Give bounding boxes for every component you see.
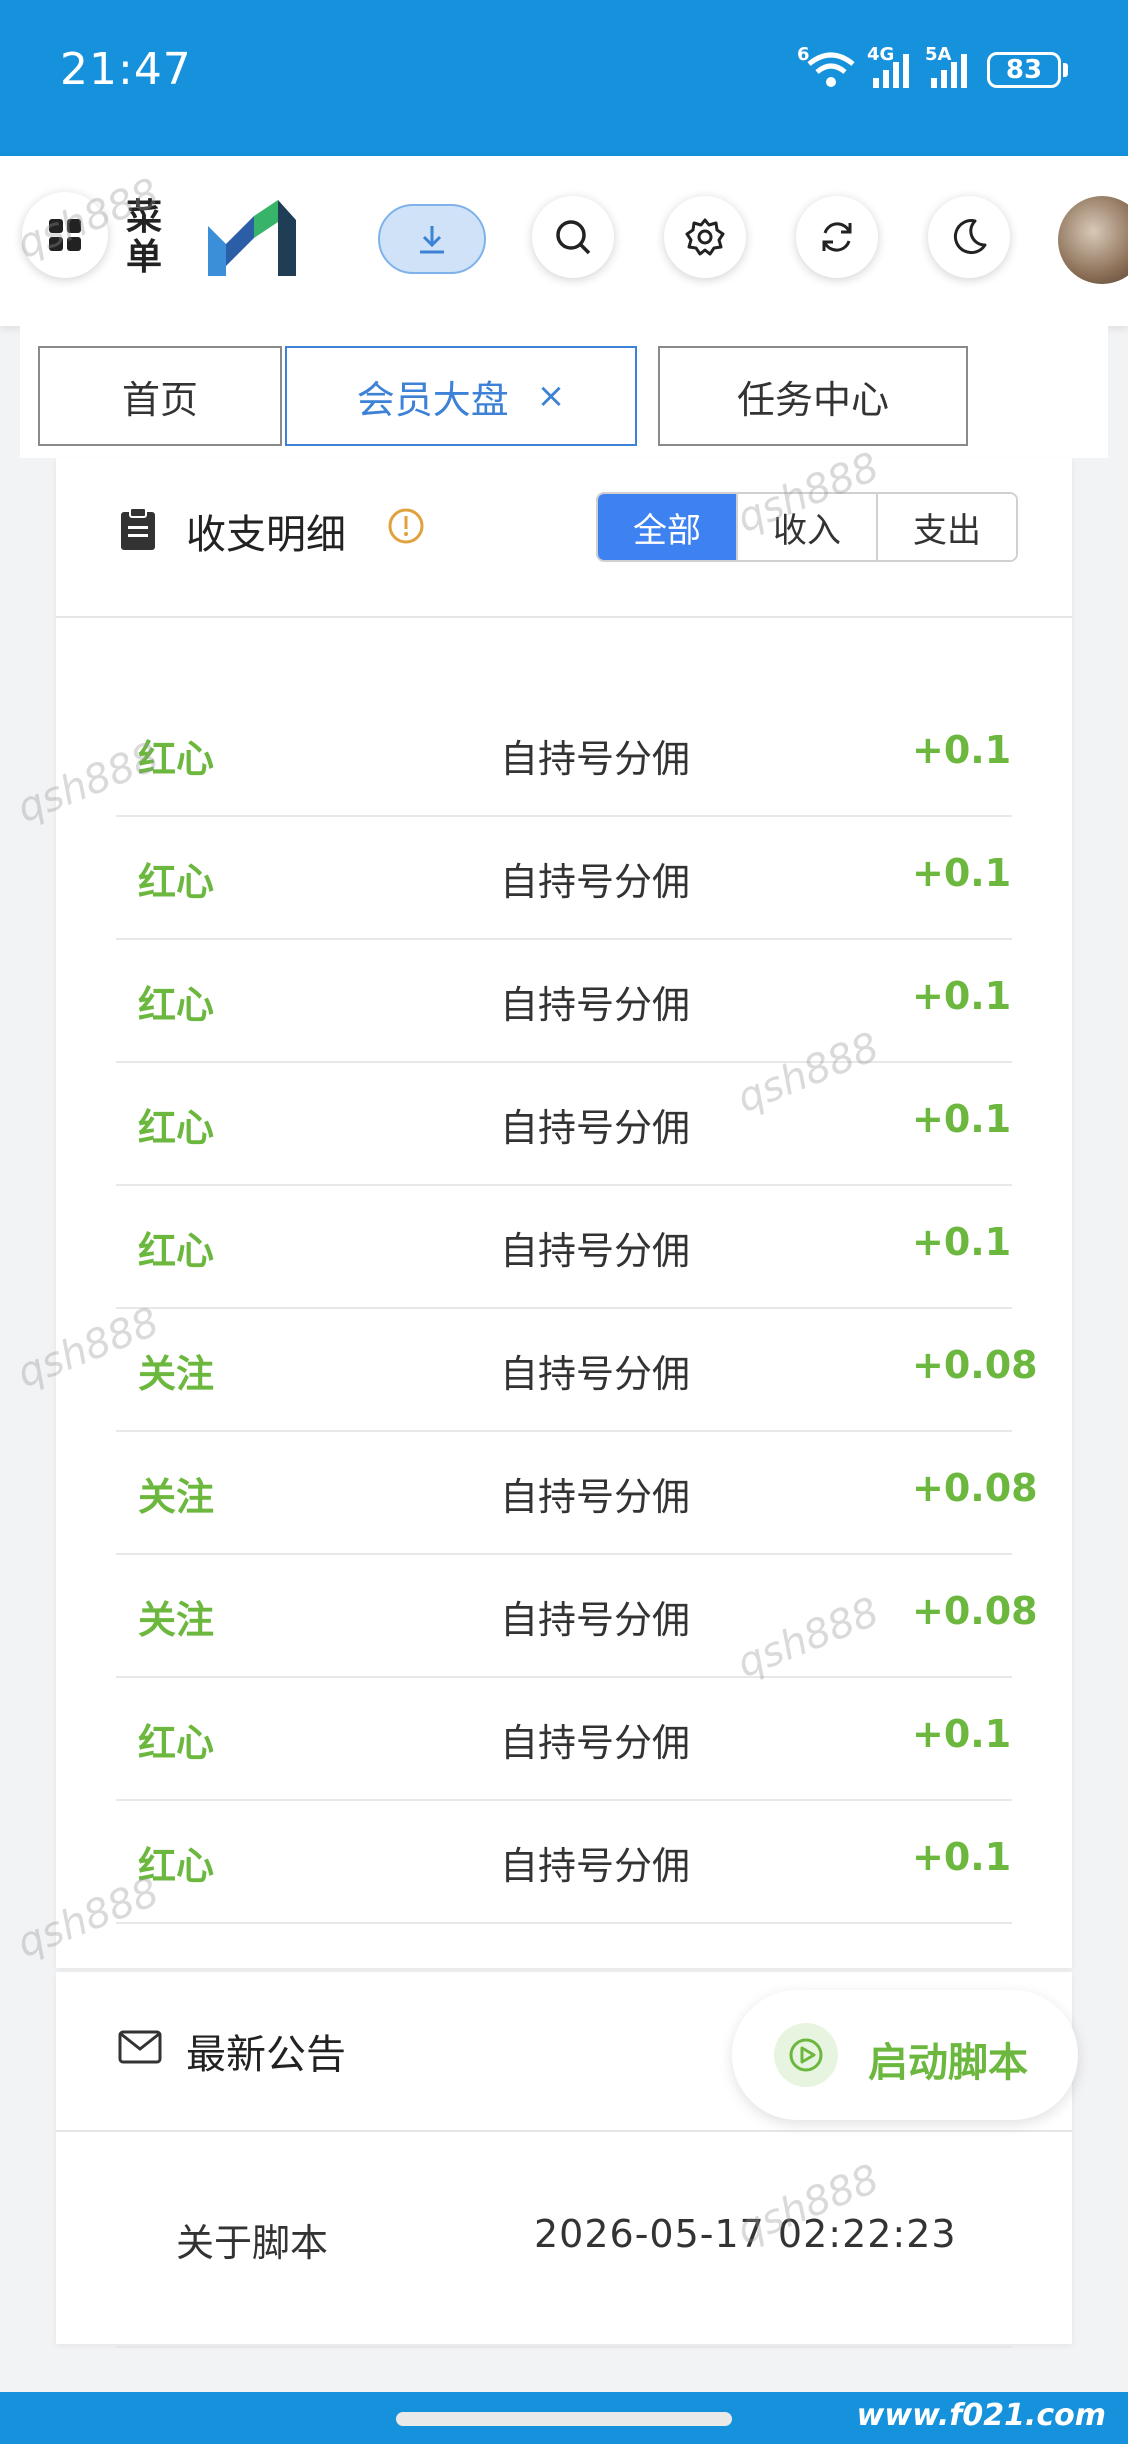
row-type: 红心 [138,1721,215,1765]
tab-bar: 首页 会员大盘 × 任务中心 [20,326,1108,458]
battery-nub [1063,63,1068,77]
moon-icon [953,219,987,255]
start-script-button[interactable]: 启动脚本 [732,1990,1078,2120]
notice-item-title: 关于脚本 [176,2221,329,2265]
list-item: 红心 自持号分佣 +0.1 [116,1801,1012,1924]
list-item: 红心 自持号分佣 +0.1 [116,1678,1012,1801]
row-amount: +0.08 [912,1466,1038,1510]
ledger-card: 收支明细 全部 收入 支出 红心 自持号分佣 +0.1 红心 自持号分佣 +0.1 红心… [56,458,1072,1968]
row-type: 红心 [138,860,215,904]
clipboard-icon [121,507,155,550]
filter-expense[interactable]: 支出 [876,494,1016,560]
refresh-icon [822,222,852,252]
notice-title: 最新公告 [186,2032,346,2078]
row-amount: +0.1 [912,1220,1012,1264]
row-amount: +0.08 [912,1343,1038,1387]
home-indicator[interactable] [396,2412,732,2426]
row-amount: +0.1 [912,1835,1012,1879]
filter-all[interactable]: 全部 [598,494,736,560]
avatar[interactable] [1058,196,1128,284]
mail-icon [118,2030,162,2064]
refresh-button[interactable] [796,196,878,278]
battery-icon: 83 [987,52,1061,88]
list-item: 红心 自持号分佣 +0.1 [116,940,1012,1063]
row-desc: 自持号分佣 [500,1106,691,1150]
app-logo [204,196,300,284]
row-amount: +0.1 [912,851,1012,895]
tab-label: 任务中心 [736,377,889,422]
ledger-list: 红心 自持号分佣 +0.1 红心 自持号分佣 +0.1 红心 自持号分佣 +0.1 红心 自持… [116,694,1038,1924]
row-desc: 自持号分佣 [500,1352,691,1396]
row-type: 红心 [138,983,215,1027]
info-icon[interactable] [386,506,426,546]
list-item: 红心 自持号分佣 +0.1 [116,1063,1012,1186]
status-icons: 6 4G 5A 83 [797,44,1068,90]
watermark-url: www.f021.com [856,2398,1106,2433]
dark-mode-button[interactable] [928,196,1010,278]
row-type: 关注 [138,1598,215,1642]
search-button[interactable] [532,196,614,278]
row-type: 红心 [138,1229,215,1273]
tab-task-center[interactable]: 任务中心 [658,346,968,446]
list-item: 红心 自持号分佣 +0.1 [116,1186,1012,1309]
list-item: 红心 自持号分佣 +0.1 [116,694,1012,817]
status-bar: 21:47 6 4G 5A 83 [0,0,1128,156]
download-button[interactable] [378,204,486,274]
network-label-1: 4G [867,44,895,65]
row-amount: +0.1 [912,974,1012,1018]
app-header: 菜单 [0,156,1128,326]
gear-icon [685,218,725,256]
row-desc: 自持号分佣 [500,983,691,1027]
row-type: 红心 [138,1106,215,1150]
settings-button[interactable] [664,196,746,278]
row-amount: +0.1 [912,1097,1012,1141]
wifi-icon: 6 [797,44,857,90]
tab-label: 会员大盘 [356,377,509,422]
start-script-label: 启动脚本 [868,2040,1028,2086]
list-item: 红心 自持号分佣 +0.1 [116,817,1012,940]
row-desc: 自持号分佣 [500,1229,691,1273]
tab-home[interactable]: 首页 [38,346,282,446]
signal-icon-1: 4G [867,44,915,90]
row-desc: 自持号分佣 [500,1721,691,1765]
row-desc: 自持号分佣 [500,1475,691,1519]
row-desc: 自持号分佣 [500,1844,691,1888]
row-desc: 自持号分佣 [500,1598,691,1642]
search-icon [556,220,591,255]
row-amount: +0.08 [912,1589,1038,1633]
signal-icon-2: 5A [925,44,973,90]
row-desc: 自持号分佣 [500,860,691,904]
row-type: 关注 [138,1352,215,1396]
notice-item[interactable]: 关于脚本 2026-05-17 02:22:23 [116,2132,1012,2348]
status-time: 21:47 [60,44,192,95]
row-amount: +0.1 [912,728,1012,772]
wifi-label: 6 [797,44,810,65]
network-label-2: 5A [925,44,952,65]
tab-member-dashboard[interactable]: 会员大盘 × [285,346,637,446]
list-item: 关注 自持号分佣 +0.08 [116,1309,1038,1432]
row-amount: +0.1 [912,1712,1012,1756]
row-type: 关注 [138,1475,215,1519]
download-icon [420,226,444,254]
ledger-title: 收支明细 [186,512,346,558]
play-icon [774,2023,838,2087]
tab-label: 首页 [121,377,198,422]
row-desc: 自持号分佣 [500,737,691,781]
list-item: 关注 自持号分佣 +0.08 [116,1432,1038,1555]
ledger-header: 收支明细 全部 收入 支出 [56,458,1072,618]
close-icon[interactable]: × [537,376,566,416]
